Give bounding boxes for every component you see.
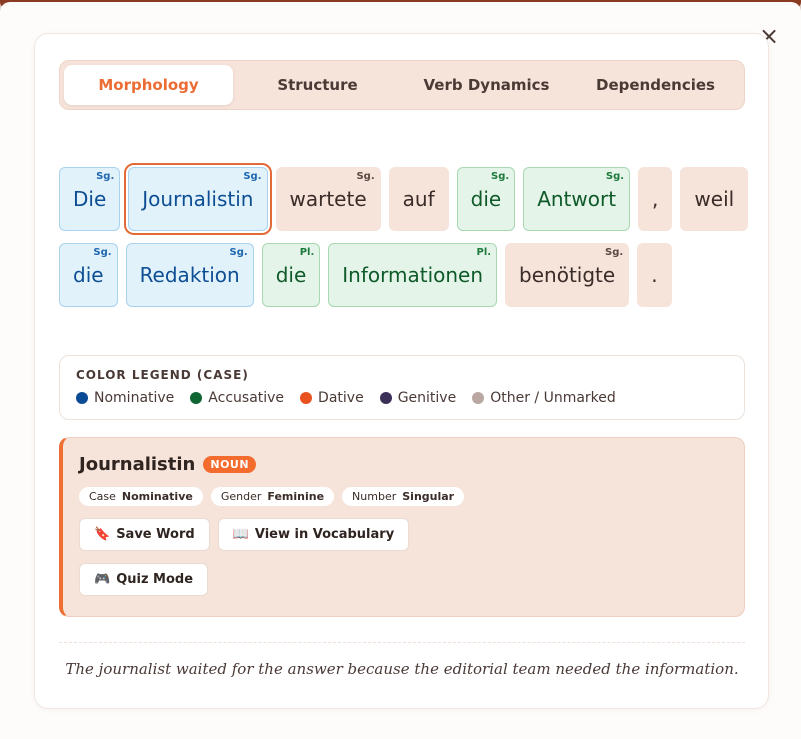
tab-morphology[interactable]: Morphology (64, 65, 233, 105)
legend-item: Genitive (379, 390, 457, 406)
legend-label: Genitive (397, 390, 457, 406)
token-text: die (470, 187, 502, 211)
feature-key: Number (352, 490, 397, 503)
feature-chip: Gender Feminine (210, 487, 335, 506)
view-vocabulary-button[interactable]: 📖 View in Vocabulary (217, 518, 410, 551)
token-text: Antwort (537, 187, 617, 211)
save-word-button[interactable]: 🔖 Save Word (79, 518, 210, 551)
selected-word: Journalistin (79, 454, 196, 475)
feature-chips: Case Nominative Gender Feminine Number Singul… (79, 487, 728, 506)
token-text: , (652, 187, 659, 211)
feature-value: Nominative (121, 490, 193, 503)
legend-dot (379, 392, 392, 404)
tab-structure[interactable]: Structure (233, 65, 402, 105)
word-token[interactable]: Informationen Pl. (328, 243, 498, 307)
number-marker: Pl. (476, 247, 492, 258)
color-legend: COLOR LEGEND (CASE) Nominative Accusative… (59, 355, 745, 420)
legend-items: Nominative Accusative Dative Genitive Other … (76, 390, 728, 406)
token-row: Die Sg. Journalistin Sg. wartete Sg. auf die Sg.… (59, 163, 749, 235)
word-token[interactable]: , (638, 167, 673, 231)
word-token[interactable]: . (637, 243, 672, 307)
tab-verb-dynamics[interactable]: Verb Dynamics (402, 65, 571, 105)
quiz-mode-label: Quiz Mode (116, 572, 194, 587)
number-marker: Sg. (605, 247, 624, 258)
bookmark-icon: 🔖 (94, 527, 111, 542)
gamepad-icon: 🎮 (94, 572, 111, 587)
pos-badge: NOUN (203, 456, 257, 473)
sentence-tokens: Die Sg. Journalistin Sg. wartete Sg. auf die Sg.… (59, 163, 749, 319)
legend-dot (190, 392, 203, 404)
feature-value: Singular (402, 490, 455, 503)
token-text: die (73, 263, 104, 287)
feature-chip: Number Singular (342, 487, 465, 506)
token-text: weil (694, 187, 735, 211)
legend-label: Other / Unmarked (490, 390, 616, 406)
token-text: Redaktion (139, 263, 240, 287)
number-marker: Sg. (96, 171, 115, 182)
token-text: auf (402, 187, 435, 211)
translation-text: The journalist waited for the answer bec… (65, 660, 739, 678)
feature-value: Feminine (267, 490, 325, 503)
actions-row-2: 🎮 Quiz Mode (79, 563, 728, 596)
number-marker: Sg. (243, 171, 262, 182)
book-icon: 📖 (232, 527, 249, 542)
word-detail-panel: Journalistin NOUN Case Nominative Gender Fe… (59, 437, 745, 617)
legend-label: Accusative (208, 390, 285, 406)
token-row: die Sg. Redaktion Sg. die Pl. Informationen Pl.… (59, 243, 749, 307)
legend-dot (76, 392, 88, 404)
feature-key: Case (89, 490, 116, 503)
word-token[interactable]: benötigte Sg. (505, 243, 630, 307)
legend-item: Accusative (190, 390, 284, 406)
word-token[interactable]: die Sg. (59, 243, 118, 307)
token-text: die (275, 263, 307, 287)
divider (59, 642, 745, 643)
token-text: benötigte (519, 263, 616, 287)
tab-bar: Morphology Structure Verb Dynamics Depen… (59, 60, 745, 110)
legend-dot (472, 392, 485, 404)
analysis-card: Morphology Structure Verb Dynamics Depen… (34, 33, 769, 709)
word-token[interactable]: Antwort Sg. (523, 167, 631, 231)
number-marker: Sg. (93, 247, 112, 258)
quiz-mode-button[interactable]: 🎮 Quiz Mode (79, 563, 209, 596)
save-word-label: Save Word (116, 527, 195, 542)
word-token[interactable]: die Pl. (261, 243, 321, 307)
word-token[interactable]: Redaktion Sg. (125, 243, 254, 307)
word-token[interactable]: die Sg. (456, 167, 516, 231)
word-token[interactable]: auf (388, 167, 449, 231)
token-text: Informationen (342, 263, 484, 287)
number-marker: Sg. (356, 171, 375, 182)
legend-item: Other / Unmarked (472, 390, 616, 406)
actions-row-1: 🔖 Save Word 📖 View in Vocabulary (79, 518, 728, 551)
number-marker: Sg. (491, 171, 510, 182)
analysis-modal: × Morphology Structure Verb Dynamics Dep… (0, 2, 801, 739)
token-text: Journalistin (142, 187, 254, 211)
word-token[interactable]: Journalistin Sg. (124, 163, 272, 235)
legend-item: Nominative (76, 390, 174, 406)
number-marker: Pl. (299, 247, 315, 258)
number-marker: Sg. (229, 247, 248, 258)
legend-label: Nominative (94, 390, 175, 406)
view-vocabulary-label: View in Vocabulary (254, 527, 395, 542)
legend-item: Dative (300, 390, 364, 406)
word-token[interactable]: weil (680, 167, 749, 231)
word-token[interactable]: Die Sg. (59, 167, 121, 231)
feature-chip: Case Nominative (79, 487, 203, 506)
legend-label: Dative (318, 390, 364, 406)
tab-dependencies[interactable]: Dependencies (571, 65, 740, 105)
token-text: Die (73, 187, 107, 211)
feature-key: Gender (220, 490, 262, 503)
legend-title: COLOR LEGEND (CASE) (76, 368, 249, 382)
word-token[interactable]: wartete Sg. (275, 167, 381, 231)
detail-header: Journalistin NOUN (79, 454, 728, 475)
token-text: wartete (289, 187, 367, 211)
legend-dot (300, 392, 313, 404)
number-marker: Sg. (605, 171, 625, 182)
token-text: . (651, 263, 658, 287)
